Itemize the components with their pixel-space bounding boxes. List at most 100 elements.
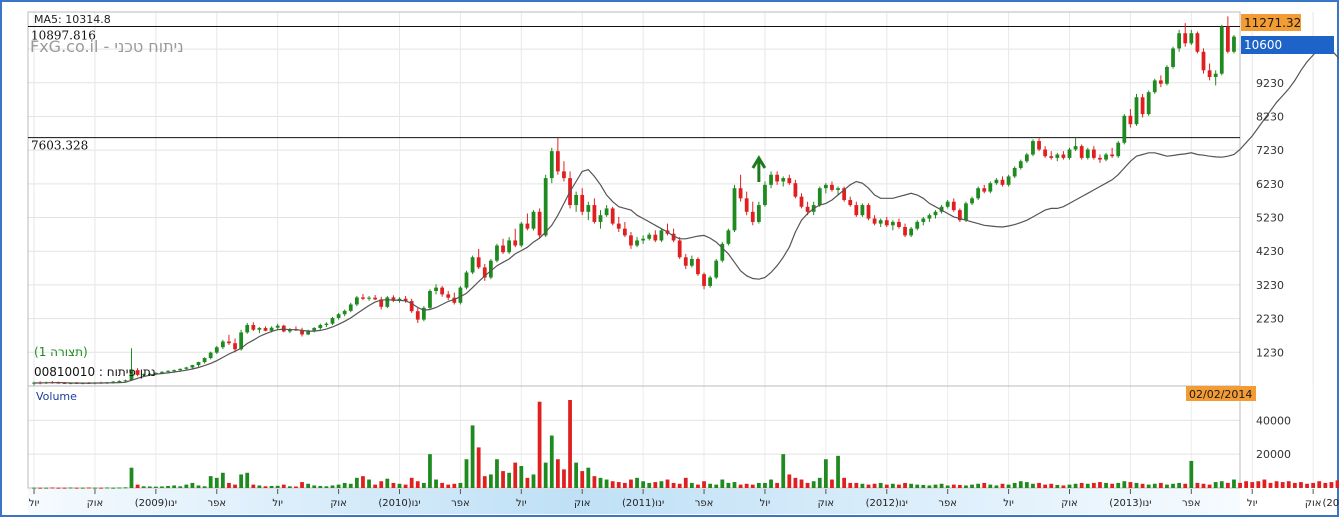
volume-bar: [99, 487, 103, 489]
volume-bar: [1335, 480, 1339, 488]
candle-body: [227, 341, 231, 344]
candle: [1079, 144, 1084, 160]
candle-body: [732, 188, 737, 231]
candle: [495, 243, 499, 263]
candle-body: [519, 223, 524, 246]
volume-bar: [1110, 483, 1115, 488]
candle-body: [659, 230, 664, 241]
x-tick-label: ינו(2009): [135, 498, 177, 509]
volume-bar: [275, 485, 280, 488]
volume-bar: [1250, 482, 1255, 488]
volume-bar: [1158, 482, 1163, 488]
figure-caption: (תצורה 1): [34, 345, 88, 359]
volume-bar: [1280, 482, 1285, 488]
chart-background: [0, 0, 1339, 517]
candle-body: [495, 245, 499, 261]
volume-bar: [458, 482, 463, 488]
candle-body: [1219, 26, 1224, 74]
volume-bar: [1311, 482, 1316, 488]
y-tick-label: 2230: [1256, 313, 1284, 326]
y-tick-label: 7230: [1256, 144, 1284, 157]
volume-bar: [86, 487, 91, 489]
candle-body: [1232, 36, 1236, 52]
volume-bar: [111, 487, 116, 489]
x-tick-label: אפר: [451, 498, 470, 509]
candle-body: [763, 184, 767, 206]
volume-bar: [744, 483, 749, 488]
candle-body: [689, 258, 694, 266]
candle-body: [172, 370, 177, 372]
volume-bar: [696, 484, 700, 488]
candle-body: [190, 365, 195, 368]
candle: [543, 174, 548, 238]
candle-body: [257, 328, 262, 330]
candle-body: [860, 205, 865, 216]
volume-bar: [525, 477, 530, 488]
candle-body: [915, 221, 920, 229]
volume-bar: [117, 487, 122, 489]
candle-body: [336, 314, 341, 318]
candle: [1232, 34, 1236, 54]
volume-bar: [1317, 481, 1322, 488]
candle-body: [312, 328, 317, 331]
candlestick-chart[interactable]: 1023092308230723062305230423032302230123…: [0, 0, 1339, 517]
x-tick-label: יול: [29, 498, 40, 509]
resistance-line-label: 10897.816: [31, 29, 96, 43]
volume-bar: [348, 483, 353, 488]
volume-bar: [501, 471, 505, 488]
volume-bar: [866, 484, 871, 488]
volume-bar: [568, 400, 572, 488]
candle-body: [586, 205, 591, 212]
volume-bar: [1079, 482, 1084, 488]
candle-body: [1098, 157, 1102, 160]
candle-body: [799, 196, 804, 207]
volume-bar: [641, 481, 646, 488]
candle-body: [890, 221, 895, 226]
volume-bar: [202, 486, 207, 488]
candle-body: [909, 228, 914, 236]
candle-body: [945, 201, 950, 207]
volume-bar: [787, 474, 792, 488]
candle-body: [604, 208, 609, 216]
volume-bar: [988, 484, 993, 488]
candle: [1146, 90, 1151, 116]
volume-bar: [933, 484, 938, 488]
chart-window: 1023092308230723062305230423032302230123…: [0, 0, 1339, 517]
candle-body: [1055, 154, 1060, 158]
volume-bar: [440, 482, 445, 488]
volume-bar: [982, 482, 987, 488]
candle-body: [330, 317, 335, 324]
candle: [659, 228, 664, 243]
volume-bar: [1189, 460, 1194, 488]
volume-bar: [970, 484, 974, 488]
candle: [763, 181, 767, 207]
candle-body: [117, 380, 122, 382]
candle-body: [1024, 154, 1029, 162]
volume-bar: [1091, 482, 1096, 488]
candle-body: [653, 234, 658, 241]
candle-body: [1116, 142, 1121, 157]
candle: [421, 306, 426, 322]
volume-bar: [702, 481, 706, 488]
candle: [531, 210, 536, 231]
candle-body: [160, 371, 164, 373]
candle-body: [1085, 149, 1090, 158]
volume-bar: [842, 477, 847, 488]
candle: [732, 184, 737, 233]
volume-bar: [635, 477, 639, 488]
candle: [957, 208, 962, 222]
date-flag-label: 02/02/2014: [1189, 388, 1252, 401]
candle-body: [793, 183, 798, 197]
candle-body: [1018, 161, 1023, 169]
volume-bar: [135, 484, 140, 488]
candle-body: [598, 215, 603, 222]
volume-bar: [1183, 483, 1188, 488]
candle-body: [964, 203, 968, 221]
candle: [1165, 65, 1169, 86]
x-tick-label: יול: [760, 498, 771, 509]
volume-bar: [354, 477, 359, 488]
volume-bar: [1292, 482, 1297, 488]
candle-body: [562, 171, 566, 179]
candle-body: [1061, 154, 1066, 158]
volume-bar: [1238, 482, 1242, 488]
